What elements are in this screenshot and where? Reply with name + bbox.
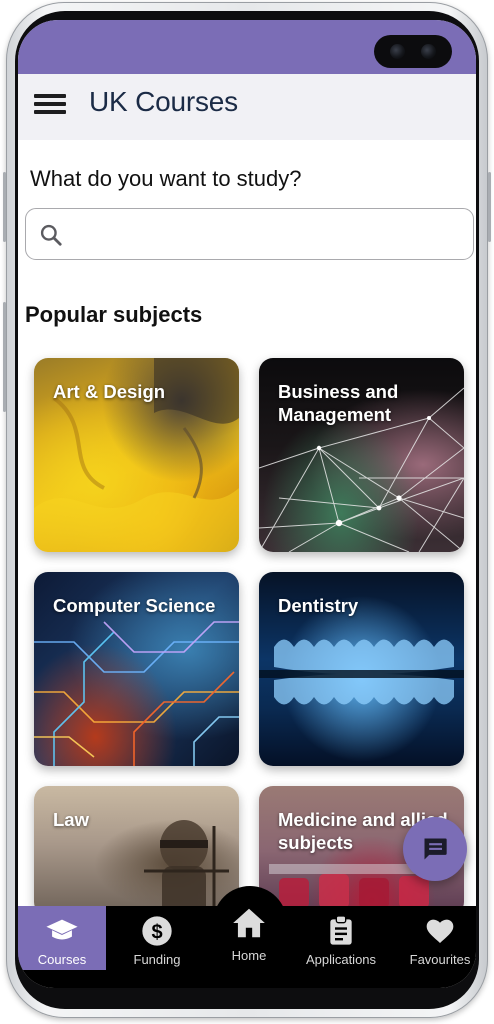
subject-label: Law xyxy=(53,809,89,830)
search-icon xyxy=(40,224,62,246)
nav-label: Favourites xyxy=(409,952,471,967)
subject-card-art-design[interactable]: Art & Design xyxy=(34,358,239,552)
search-input[interactable] xyxy=(72,217,462,251)
home-icon xyxy=(233,908,265,938)
subject-card-dentistry[interactable]: Dentistry xyxy=(259,572,464,766)
clipboard-icon xyxy=(330,915,352,945)
hamburger-menu-icon[interactable] xyxy=(34,91,66,117)
subject-label: Art & Design xyxy=(53,381,166,402)
popular-subjects-heading: Popular subjects xyxy=(25,302,203,327)
phone-side-button xyxy=(3,302,6,412)
phone-side-button xyxy=(488,172,491,242)
camera-lens xyxy=(421,44,436,59)
search-prompt: What do you want to study? xyxy=(30,166,302,191)
nav-label: Courses xyxy=(37,952,87,967)
graduation-cap-icon xyxy=(46,919,78,940)
chat-fab-button[interactable] xyxy=(403,817,467,881)
phone-side-button xyxy=(3,172,6,242)
app-title: UK Courses xyxy=(89,86,238,117)
app-screen: UK Courses What do you want to study? Po… xyxy=(18,20,476,988)
nav-applications[interactable]: Applications xyxy=(295,906,387,970)
app-bar: UK Courses xyxy=(18,74,476,140)
nav-courses[interactable]: Courses xyxy=(18,906,106,970)
nav-favourites[interactable]: Favourites xyxy=(394,906,476,970)
camera-lens xyxy=(390,44,405,59)
nav-funding[interactable]: $ Funding xyxy=(111,906,203,970)
heart-icon xyxy=(426,919,454,943)
nav-label: Home xyxy=(231,948,267,963)
svg-text:$: $ xyxy=(151,921,162,943)
subject-label: Business and Management xyxy=(278,381,399,426)
chat-message-icon xyxy=(424,838,447,860)
nav-label: Applications xyxy=(305,952,377,967)
subject-label: Dentistry xyxy=(278,595,359,616)
front-camera xyxy=(374,35,452,68)
nav-home[interactable]: Home xyxy=(203,890,295,970)
subject-card-computer-science[interactable]: Computer Science xyxy=(34,572,239,766)
subject-label: Computer Science xyxy=(53,595,216,616)
status-bar xyxy=(18,20,476,74)
subject-card-business-management[interactable]: Business and Management xyxy=(259,358,464,552)
dollar-circle-icon: $ xyxy=(142,916,172,946)
nav-label: Funding xyxy=(133,952,181,967)
search-box[interactable] xyxy=(25,208,474,260)
